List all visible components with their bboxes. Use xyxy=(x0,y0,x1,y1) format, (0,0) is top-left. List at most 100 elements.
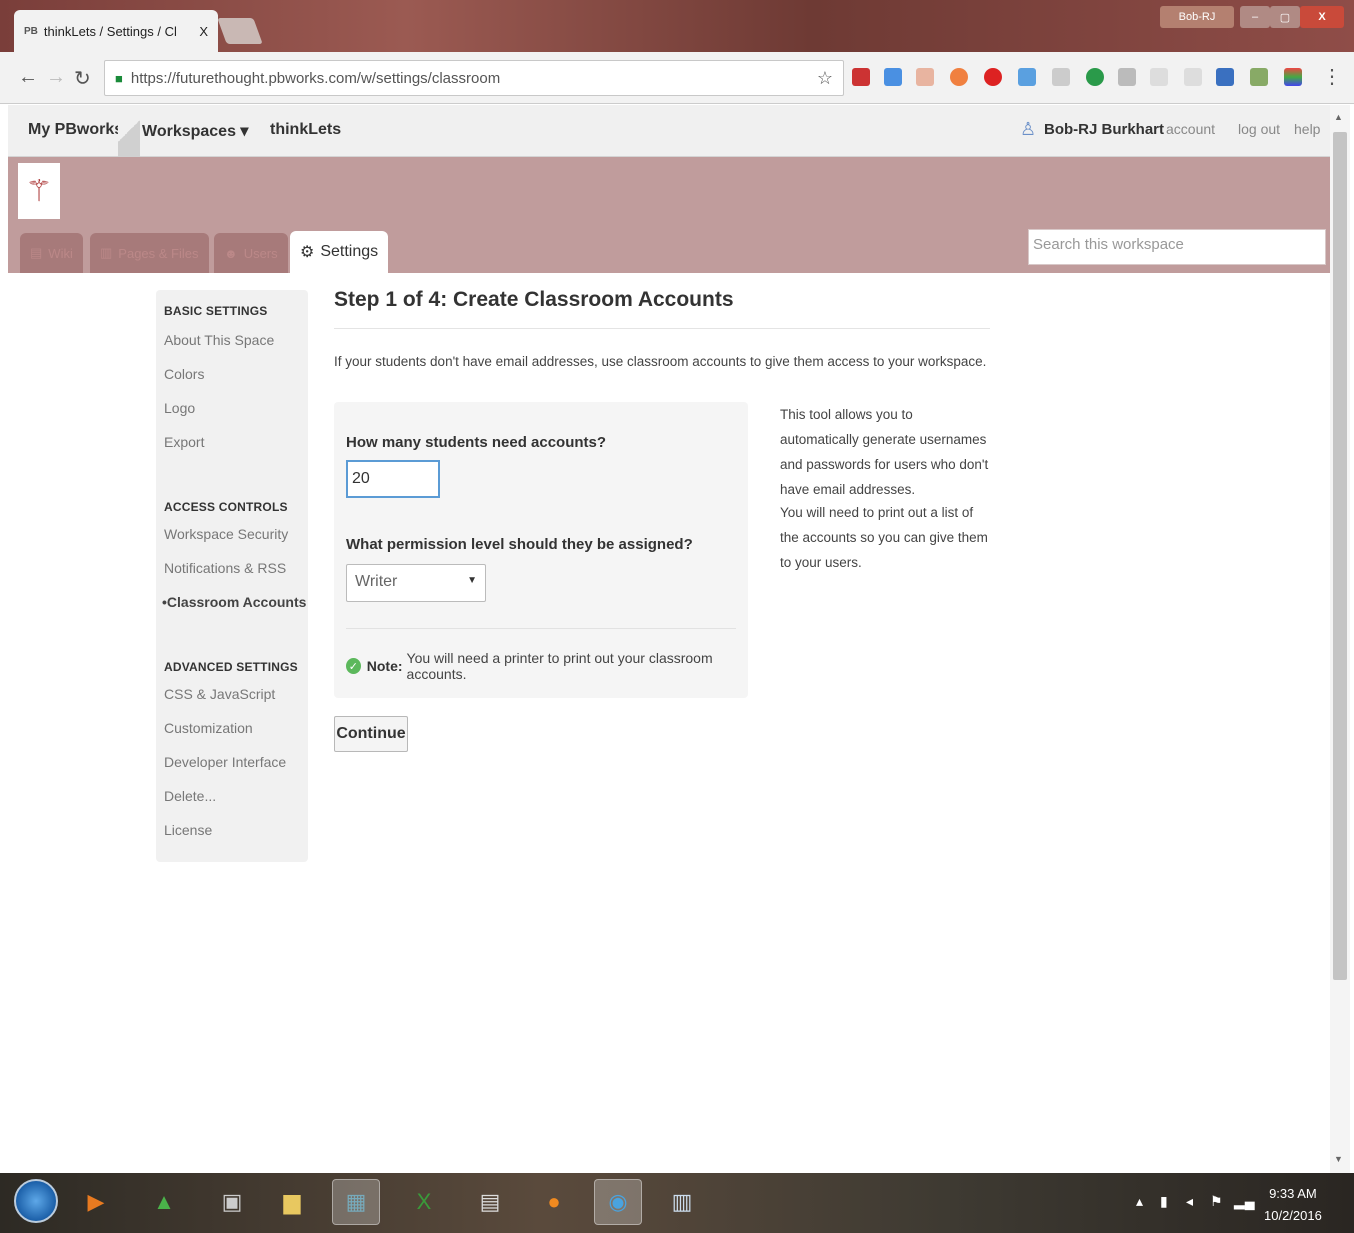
browser-menu-icon[interactable]: ⋮ xyxy=(1322,64,1342,89)
tab-close-icon[interactable]: X xyxy=(199,24,208,39)
sidebar-heading-advanced: ADVANCED SETTINGS xyxy=(164,660,298,674)
sidebar-item-developer-interface[interactable]: Developer Interface xyxy=(164,754,286,770)
back-arrow-icon[interactable]: ← xyxy=(18,66,38,89)
permission-level-label: What permission level should they be ass… xyxy=(346,536,693,553)
tab-wiki[interactable]: ▤ Wiki xyxy=(20,233,83,273)
document-icon[interactable]: ▤ xyxy=(466,1179,514,1225)
reload-icon[interactable]: ↻ xyxy=(74,66,91,91)
browser-tab[interactable]: PB thinkLets / Settings / Cl X xyxy=(14,10,218,52)
extension-icon[interactable] xyxy=(884,68,902,86)
help-text-print: You will need to print out a list of the… xyxy=(780,505,988,570)
check-circle-icon: ✓ xyxy=(346,658,361,674)
flag-icon[interactable]: ⚑ xyxy=(1210,1193,1223,1210)
sidebar-item-notifications[interactable]: Notifications & RSS xyxy=(164,560,286,576)
extension-icon[interactable] xyxy=(1250,68,1268,86)
firefox-icon[interactable]: ● xyxy=(530,1179,578,1225)
chrome-icon[interactable]: ◉ xyxy=(594,1179,642,1225)
sidebar-item-license[interactable]: License xyxy=(164,822,212,838)
my-pbworks-link[interactable]: My PBworks xyxy=(28,121,123,139)
sidebar-item-workspace-security[interactable]: Workspace Security xyxy=(164,526,288,542)
users-icon: ☻ xyxy=(224,245,238,261)
publisher-icon[interactable]: ▥ xyxy=(658,1179,706,1225)
extension-icon[interactable] xyxy=(1284,68,1302,86)
extension-icon[interactable] xyxy=(1150,68,1168,86)
file-explorer-icon[interactable]: ▆ xyxy=(268,1179,316,1225)
sidebar-item-logo[interactable]: Logo xyxy=(164,400,195,416)
help-text-generate: This tool allows you to automatically ge… xyxy=(780,407,989,497)
workspaces-menu[interactable]: Workspaces ▾ xyxy=(142,121,248,141)
workspace-search-input[interactable]: Search this workspace xyxy=(1028,229,1326,265)
tab-pages-files[interactable]: ▥ Pages & Files xyxy=(90,233,209,273)
sidebar-item-about[interactable]: About This Space xyxy=(164,332,274,348)
forward-arrow-icon[interactable]: → xyxy=(46,66,66,89)
permission-level-select[interactable]: Writer ▼ xyxy=(346,564,486,602)
page-scrollbar-thumb[interactable] xyxy=(1333,132,1347,980)
breadcrumb-separator xyxy=(118,105,140,157)
sidebar-item-css-js[interactable]: CSS & JavaScript xyxy=(164,686,275,702)
sidebar-item-colors[interactable]: Colors xyxy=(164,366,204,382)
extension-icon[interactable] xyxy=(1118,68,1136,86)
workspace-logo[interactable]: ⚚ xyxy=(18,163,60,219)
sidebar-heading-basic: BASIC SETTINGS xyxy=(164,304,268,318)
windows-taskbar: ▶ ▲ ▣ ▆ ▦ X ▤ ● ◉ ▥ ▴ ▮ ◂ ⚑ ▂▄ 9:33 AM 1… xyxy=(0,1173,1354,1233)
sidebar-item-delete[interactable]: Delete... xyxy=(164,788,216,804)
scroll-down-icon[interactable]: ▼ xyxy=(1334,1154,1343,1164)
student-count-input[interactable] xyxy=(346,460,440,498)
account-link[interactable]: account xyxy=(1166,121,1215,137)
logout-link[interactable]: log out xyxy=(1238,121,1280,137)
sidebar-item-export[interactable]: Export xyxy=(164,434,204,450)
form-divider xyxy=(346,628,736,629)
continue-button[interactable]: Continue xyxy=(334,716,408,752)
extension-icon[interactable] xyxy=(1216,68,1234,86)
extension-icon[interactable] xyxy=(1184,68,1202,86)
window-maximize-button[interactable]: ▢ xyxy=(1270,6,1300,28)
app-icon[interactable]: ▣ xyxy=(208,1179,256,1225)
browser-titlebar: PB thinkLets / Settings / Cl X Bob-RJ – … xyxy=(0,0,1354,52)
printer-note: ✓ Note: You will need a printer to print… xyxy=(346,650,748,682)
control-panel-icon[interactable]: ▦ xyxy=(332,1179,380,1225)
extension-icon[interactable] xyxy=(950,68,968,86)
classroom-form: How many students need accounts? What pe… xyxy=(334,402,748,698)
gear-icon: ⚙ xyxy=(300,244,315,261)
taskbar-clock[interactable]: 9:33 AM 10/2/2016 xyxy=(1264,1183,1322,1227)
clock-time: 9:33 AM xyxy=(1269,1186,1317,1201)
bookmark-star-icon[interactable]: ☆ xyxy=(817,68,833,89)
power-icon[interactable]: ▮ xyxy=(1160,1193,1168,1210)
media-player-icon[interactable]: ▶ xyxy=(72,1179,120,1225)
workspace-name-link[interactable]: thinkLets xyxy=(270,121,341,139)
settings-sidebar: BASIC SETTINGS About This Space Colors L… xyxy=(156,290,308,862)
scroll-up-icon[interactable]: ▲ xyxy=(1334,112,1343,122)
user-name[interactable]: Bob-RJ Burkhart xyxy=(1044,121,1164,138)
google-drive-icon[interactable]: ▲ xyxy=(140,1179,188,1225)
note-label: Note: xyxy=(366,658,403,674)
pbworks-topbar: My PBworks Workspaces ▾ thinkLets ♙ Bob-… xyxy=(8,105,1330,157)
address-bar[interactable]: ■ https://futurethought.pbworks.com/w/se… xyxy=(104,60,844,96)
profile-chip[interactable]: Bob-RJ xyxy=(1160,6,1234,28)
extension-icon[interactable] xyxy=(1018,68,1036,86)
sidebar-heading-access: ACCESS CONTROLS xyxy=(164,500,288,514)
new-tab-button[interactable] xyxy=(217,18,263,44)
sidebar-item-customization[interactable]: Customization xyxy=(164,720,253,736)
extension-icon[interactable] xyxy=(1052,68,1070,86)
excel-icon[interactable]: X xyxy=(400,1179,448,1225)
help-link[interactable]: help xyxy=(1294,121,1320,137)
url-text: https://futurethought.pbworks.com/w/sett… xyxy=(130,69,501,87)
network-icon[interactable]: ▂▄ xyxy=(1234,1193,1255,1210)
tab-settings[interactable]: ⚙ Settings xyxy=(290,231,389,273)
extension-icon[interactable] xyxy=(852,68,870,86)
sidebar-item-classroom-accounts[interactable]: •Classroom Accounts xyxy=(162,594,306,610)
tab-title: thinkLets / Settings / Cl xyxy=(43,23,177,39)
note-text: You will need a printer to print out you… xyxy=(406,650,713,682)
page-icon: ▤ xyxy=(30,245,43,260)
volume-icon[interactable]: ◂ xyxy=(1186,1193,1193,1210)
extension-icon[interactable] xyxy=(984,68,1002,86)
tray-expand-icon[interactable]: ▴ xyxy=(1136,1193,1143,1210)
student-count-label: How many students need accounts? xyxy=(346,434,607,451)
extension-icon[interactable] xyxy=(1086,68,1104,86)
window-minimize-button[interactable]: – xyxy=(1240,6,1270,28)
extension-icon[interactable] xyxy=(916,68,934,86)
window-close-button[interactable]: X xyxy=(1300,6,1344,28)
start-button[interactable] xyxy=(14,1179,58,1223)
lock-icon: ■ xyxy=(115,70,123,86)
tab-users[interactable]: ☻ Users xyxy=(214,233,288,273)
